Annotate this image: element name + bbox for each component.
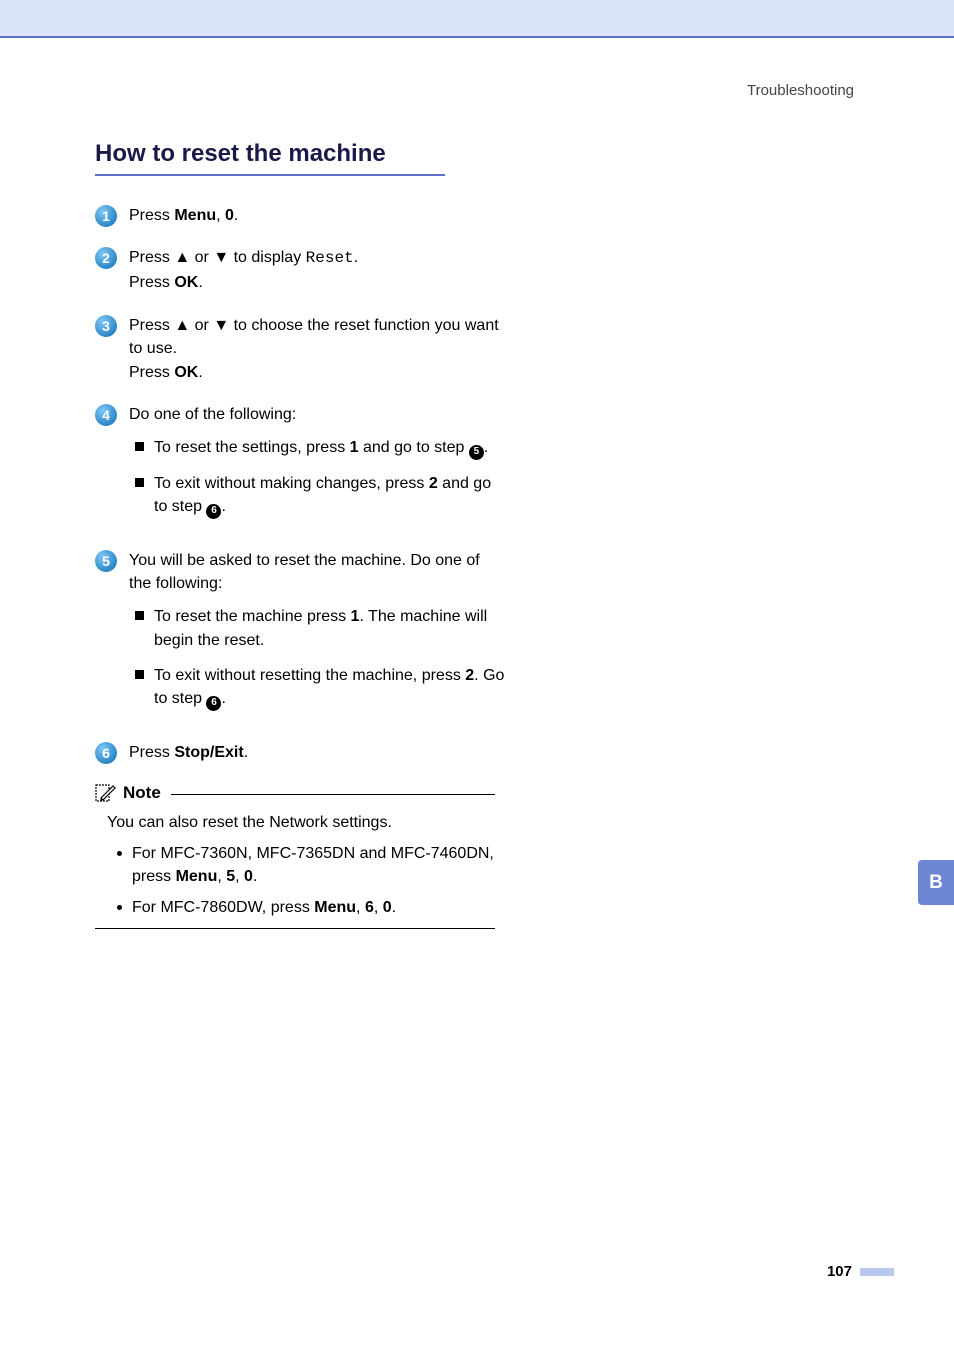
text: . [392,899,396,916]
step-number-badge: 1 [95,205,117,227]
square-bullet-icon [135,442,144,451]
step-number-badge: 5 [95,550,117,572]
key-0: 0 [225,207,234,224]
text: . [354,249,358,266]
bullet-icon [117,851,122,856]
text: , [235,868,244,885]
main-content: How to reset the machine 1 Press Menu, 0… [95,140,505,929]
key-menu: Menu [314,899,356,916]
step-2: 2 Press ▲ or ▼ to display Reset. Press O… [95,246,505,295]
text: Press [129,364,174,381]
text: . [234,207,238,224]
text: For MFC-7860DW, press [132,899,314,916]
text: , [216,207,225,224]
text: or [190,317,213,334]
divider [95,928,495,930]
step-4: 4 Do one of the following: To reset the … [95,403,505,531]
text: to display [229,249,305,266]
key-menu: Menu [174,207,216,224]
text: Do one of the following: [129,403,505,426]
step-ref-icon: 5 [469,445,484,460]
text: Press [129,207,174,224]
text: You will be asked to reset the machine. … [129,549,505,595]
key-0: 0 [244,868,253,885]
key-ok: OK [174,274,198,291]
list-item: To exit without resetting the machine, p… [135,664,505,711]
step-3: 3 Press ▲ or ▼ to choose the reset funct… [95,314,505,386]
top-accent-band [0,0,954,38]
step-1: 1 Press Menu, 0. [95,204,505,228]
display-text: Reset [306,249,354,267]
text: To exit without resetting the machine, p… [154,667,465,684]
step-6: 6 Press Stop/Exit. [95,741,505,765]
note-block: Note You can also reset the Network sett… [95,783,495,929]
text: To reset the machine press [154,608,351,625]
down-arrow-icon: ▼ [213,317,229,334]
divider [171,794,495,796]
square-bullet-icon [135,611,144,620]
text: . [253,868,257,885]
step-ref-icon: 6 [206,504,221,519]
text: or [190,249,213,266]
text: To exit without making changes, press [154,475,429,492]
list-item: For MFC-7860DW, press Menu, 6, 0. [117,896,495,919]
text: . [198,274,202,291]
text: , [374,899,383,916]
up-arrow-icon: ▲ [174,317,190,334]
section-header: Troubleshooting [747,82,854,99]
page-number-block: 107 [827,1263,894,1280]
text: and go to step [359,439,469,456]
step-number-badge: 3 [95,315,117,337]
bullet-icon [117,905,122,910]
list-item: To reset the settings, press 1 and go to… [135,436,505,460]
key-2: 2 [429,475,438,492]
step-5: 5 You will be asked to reset the machine… [95,549,505,723]
key-ok: OK [174,364,198,381]
note-text: You can also reset the Network settings. [107,811,495,834]
page-title: How to reset the machine [95,140,445,176]
text: . [221,498,225,515]
square-bullet-icon [135,478,144,487]
step-number-badge: 4 [95,404,117,426]
text: , [356,899,365,916]
text: Press [129,274,174,291]
key-2: 2 [465,667,474,684]
up-arrow-icon: ▲ [174,249,190,266]
section-tab: B [918,860,954,905]
down-arrow-icon: ▼ [213,249,229,266]
text: Press [129,317,174,334]
text: Press [129,744,174,761]
step-number-badge: 2 [95,247,117,269]
note-pencil-icon [95,783,117,803]
text: To reset the settings, press [154,439,350,456]
page-number: 107 [827,1263,852,1280]
key-stop-exit: Stop/Exit [174,744,243,761]
step-number-badge: 6 [95,742,117,764]
key-5: 5 [226,868,235,885]
note-label: Note [123,783,161,803]
step-ref-icon: 6 [206,696,221,711]
text: . [198,364,202,381]
text: . [244,744,248,761]
key-1: 1 [350,439,359,456]
square-bullet-icon [135,670,144,679]
text: , [217,868,226,885]
text: . [484,439,488,456]
list-item: To reset the machine press 1. The machin… [135,605,505,651]
key-0: 0 [383,899,392,916]
text: Press [129,249,174,266]
list-item: To exit without making changes, press 2 … [135,472,505,519]
list-item: For MFC-7360N, MFC-7365DN and MFC-7460DN… [117,842,495,888]
key-menu: Menu [176,868,218,885]
key-6: 6 [365,899,374,916]
page-accent-bar [860,1268,894,1276]
text: . [221,690,225,707]
